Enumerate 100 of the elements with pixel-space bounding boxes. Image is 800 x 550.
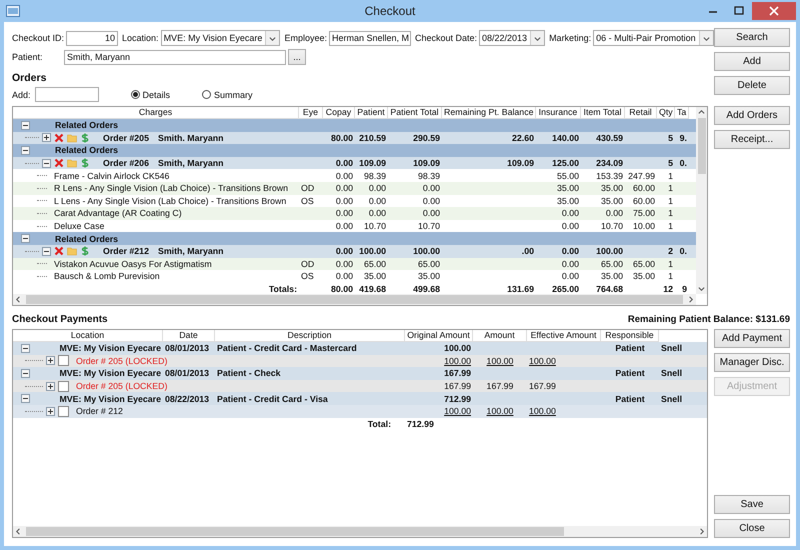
- table-cell: 210.59: [359, 132, 386, 143]
- table-cell: 419.68: [359, 284, 386, 294]
- expand-toggle[interactable]: [21, 368, 30, 378]
- action-button[interactable]: Receipt...: [714, 130, 790, 149]
- total-value: 712.99: [407, 418, 434, 429]
- table-cell: 10.70: [418, 221, 440, 232]
- input-field[interactable]: Smith, Maryann: [64, 50, 286, 64]
- order-link[interactable]: Order # 205 (LOCKED): [76, 381, 168, 392]
- action-button[interactable]: Add Orders: [714, 106, 790, 125]
- table-cell: 1: [668, 271, 673, 282]
- vertical-scrollbar[interactable]: [696, 107, 707, 294]
- column-header[interactable]: Effective Amount: [530, 330, 596, 340]
- column-header[interactable]: Description: [287, 330, 332, 340]
- column-header[interactable]: Ta: [677, 107, 686, 117]
- expand-toggle[interactable]: [42, 246, 51, 256]
- input-field[interactable]: [34, 87, 99, 102]
- table-cell[interactable]: 100.00: [444, 356, 471, 366]
- column-header[interactable]: Insurance: [538, 107, 578, 117]
- column-header[interactable]: Patient Total: [390, 107, 439, 117]
- expand-toggle[interactable]: [21, 120, 30, 130]
- table-cell[interactable]: 100.00: [486, 356, 514, 366]
- table-cell[interactable]: 100.00: [529, 406, 556, 416]
- table-cell: 100.00: [359, 246, 386, 256]
- table-cell[interactable]: 100.00: [529, 356, 556, 366]
- checkbox[interactable]: [58, 406, 69, 417]
- table-cell: 35.00: [600, 271, 623, 282]
- column-header[interactable]: Responsible: [605, 330, 654, 340]
- table-cell: 35.00: [418, 271, 440, 282]
- table-cell: 125.00: [552, 158, 579, 168]
- table-cell: 0.00: [562, 221, 579, 232]
- column-header[interactable]: Eye: [302, 107, 318, 117]
- table-cell: 0.00: [562, 271, 579, 282]
- table-cell: 764.68: [596, 284, 623, 294]
- table-cell[interactable]: 100.00: [486, 406, 514, 416]
- order-link[interactable]: Order # 205 (LOCKED): [76, 356, 168, 366]
- dollar-icon[interactable]: [80, 246, 90, 256]
- radio-button[interactable]: [202, 90, 212, 99]
- expand-toggle[interactable]: [46, 356, 55, 366]
- toolbar-button[interactable]: Search: [714, 28, 790, 47]
- expand-toggle[interactable]: [21, 146, 30, 155]
- browse-button[interactable]: ...: [288, 49, 306, 65]
- horizontal-scrollbar[interactable]: [13, 526, 707, 537]
- table-cell[interactable]: 100.00: [444, 406, 471, 416]
- expand-toggle[interactable]: [42, 133, 51, 142]
- column-header[interactable]: Original Amount: [407, 330, 470, 340]
- table-cell: OD: [301, 258, 314, 269]
- radio-button[interactable]: [130, 90, 140, 99]
- expand-toggle[interactable]: [46, 406, 55, 416]
- delete-icon[interactable]: [54, 246, 64, 256]
- table-cell: 0.00: [336, 246, 353, 256]
- table-cell: 80.00: [330, 284, 353, 294]
- dollar-icon[interactable]: [80, 132, 90, 143]
- scrollbar-thumb[interactable]: [26, 295, 683, 304]
- table-cell: 0.00: [422, 196, 440, 206]
- dropdown[interactable]: MVE: My Vision Eyecare: [160, 30, 280, 46]
- field-label: Add:: [12, 90, 31, 100]
- column-header[interactable]: Location: [70, 330, 104, 340]
- expand-toggle[interactable]: [46, 382, 55, 391]
- column-header[interactable]: Copay: [326, 107, 352, 117]
- horizontal-scrollbar[interactable]: [13, 294, 696, 305]
- column-header[interactable]: Patient: [357, 107, 385, 117]
- column-header[interactable]: Amount: [484, 330, 515, 340]
- expand-toggle[interactable]: [21, 234, 30, 244]
- dropdown[interactable]: 06 - Multi-Pair Promotion: [593, 30, 714, 46]
- column-header[interactable]: Charges: [138, 107, 172, 117]
- close-button[interactable]: [752, 2, 796, 20]
- input-field[interactable]: Herman Snellen, M: [328, 30, 411, 46]
- action-button[interactable]: Close: [714, 519, 790, 538]
- checkbox[interactable]: [58, 355, 69, 366]
- table-cell: 65.00: [600, 258, 623, 269]
- close-icon: [769, 6, 779, 16]
- scroll-left-icon: [15, 296, 22, 303]
- scrollbar-thumb[interactable]: [698, 118, 706, 174]
- column-header[interactable]: Remaining Pt. Balance: [444, 107, 534, 117]
- action-button[interactable]: Save: [714, 495, 790, 514]
- action-button[interactable]: Add Payment: [714, 329, 790, 348]
- scrollbar-thumb[interactable]: [26, 527, 564, 536]
- table-cell: L Lens - Any Single Vision (Lab Choice) - Transitions Brown: [54, 196, 286, 206]
- column-header[interactable]: Item Total: [584, 107, 622, 117]
- delete-icon[interactable]: [54, 132, 64, 143]
- expand-toggle[interactable]: [21, 344, 30, 353]
- toolbar-button[interactable]: Delete: [714, 76, 790, 95]
- column-header[interactable]: Date: [179, 330, 198, 340]
- radio-option[interactable]: Summary: [202, 90, 253, 100]
- action-button[interactable]: Manager Disc.: [714, 353, 790, 372]
- dollar-icon[interactable]: [80, 158, 90, 168]
- radio-option[interactable]: Details: [130, 90, 170, 100]
- order-link[interactable]: Order # 212: [76, 406, 123, 416]
- table-cell: 100.00: [444, 343, 471, 354]
- group-label: Related Orders: [55, 234, 118, 244]
- input-field[interactable]: 10: [66, 30, 118, 46]
- toolbar-button[interactable]: Add: [714, 52, 790, 71]
- table-cell: 60.00: [632, 183, 655, 194]
- date-picker[interactable]: 08/22/2013: [479, 30, 546, 46]
- expand-toggle[interactable]: [42, 158, 51, 168]
- expand-toggle[interactable]: [21, 394, 30, 404]
- checkbox[interactable]: [58, 380, 69, 392]
- column-header[interactable]: Retail: [629, 107, 652, 117]
- column-header[interactable]: Qty: [659, 107, 673, 117]
- delete-icon[interactable]: [54, 158, 64, 168]
